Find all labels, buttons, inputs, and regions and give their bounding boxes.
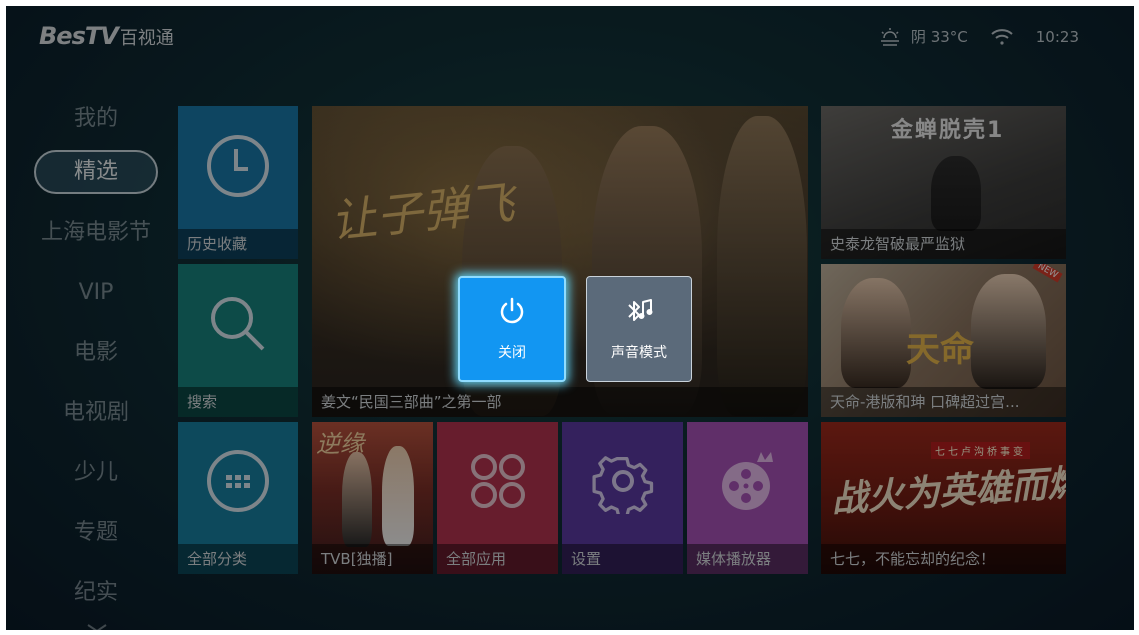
sun-cloud-icon bbox=[879, 27, 901, 47]
bluetooth-music-icon bbox=[624, 296, 654, 342]
film-reel-icon bbox=[715, 448, 781, 518]
logo-main-text: BesTV bbox=[39, 22, 119, 50]
grid-icon bbox=[205, 448, 271, 518]
tile-all-categories[interactable]: 全部分类 bbox=[178, 422, 298, 574]
weather-text: 阴 33°C bbox=[910, 28, 968, 46]
gear-icon bbox=[590, 448, 656, 518]
tile-search-label: 搜索 bbox=[178, 387, 298, 417]
tile-media-player[interactable]: 媒体播放器 bbox=[687, 422, 808, 574]
tile-history-label: 历史收藏 bbox=[178, 229, 298, 259]
poster-figure bbox=[382, 446, 414, 546]
chevron-down-icon[interactable] bbox=[86, 618, 108, 630]
poster-figure bbox=[342, 452, 372, 547]
nav-item-movies[interactable]: 电影 bbox=[32, 330, 160, 376]
bestv-logo: BesTV 百视通 bbox=[39, 22, 174, 50]
clock-icon bbox=[205, 133, 271, 203]
tile-search[interactable]: 搜索 bbox=[178, 264, 298, 417]
power-off-label: 关闭 bbox=[498, 345, 526, 361]
tv-screen: BesTV 百视通 阴 33°C 10:23 我的 精选 上海电影节 VIP 电… bbox=[6, 6, 1134, 630]
power-icon bbox=[497, 296, 527, 342]
apps-icon bbox=[465, 448, 531, 518]
power-off-button[interactable]: 关闭 bbox=[458, 276, 566, 382]
poster-figure bbox=[841, 278, 911, 388]
nav-item-topics[interactable]: 专题 bbox=[32, 510, 160, 556]
tile-featured-label: 姜文“民国三部曲”之第一部 bbox=[312, 387, 808, 417]
tile-escape-plan-label: 史泰龙智破最严监狱 bbox=[821, 229, 1066, 259]
destiny-poster-title: 天命 bbox=[906, 330, 974, 370]
new-badge: NEW bbox=[1032, 264, 1063, 283]
nav-item-mine[interactable]: 我的 bbox=[32, 96, 160, 142]
tile-media-player-label: 媒体播放器 bbox=[687, 544, 808, 574]
tile-all-categories-label: 全部分类 bbox=[178, 544, 298, 574]
poster-figure bbox=[931, 156, 981, 231]
tile-all-apps-label: 全部应用 bbox=[437, 544, 558, 574]
tile-destiny-label: 天命-港版和珅 口碑超过宫... bbox=[821, 387, 1066, 417]
tile-all-apps[interactable]: 全部应用 bbox=[437, 422, 558, 574]
nav-item-shanghai-film-festival[interactable]: 上海电影节 bbox=[32, 210, 160, 256]
nav-item-tv-series[interactable]: 电视剧 bbox=[32, 390, 160, 436]
wifi-icon bbox=[990, 28, 1014, 46]
tile-destiny[interactable]: 天命 NEW 天命-港版和珅 口碑超过宫... bbox=[821, 264, 1066, 417]
tile-settings[interactable]: 设置 bbox=[562, 422, 683, 574]
tile-july-seventh[interactable]: 七七卢沟桥事变 战火为英雄而燃 七七，不能忘却的纪念！ bbox=[821, 422, 1066, 574]
tile-settings-label: 设置 bbox=[562, 544, 683, 574]
nav-item-vip[interactable]: VIP bbox=[32, 270, 160, 316]
search-icon bbox=[205, 291, 271, 361]
tile-escape-plan[interactable]: 金蝉脱壳1 史泰龙智破最严监狱 bbox=[821, 106, 1066, 259]
sound-mode-label: 声音模式 bbox=[611, 345, 667, 361]
tile-tvb[interactable]: 逆缘 TVB[独播] bbox=[312, 422, 433, 574]
tile-july-seventh-label: 七七，不能忘却的纪念！ bbox=[821, 544, 1066, 574]
nav-item-featured[interactable]: 精选 bbox=[34, 150, 158, 194]
escape-plan-poster-title: 金蝉脱壳1 bbox=[891, 118, 1005, 143]
tile-tvb-label: TVB[独播] bbox=[312, 544, 433, 574]
sound-mode-button[interactable]: 声音模式 bbox=[586, 276, 692, 382]
poster-figure bbox=[717, 116, 807, 416]
clock-text: 10:23 bbox=[1035, 27, 1079, 46]
july-seventh-poster-title: 战火为英雄而燃 bbox=[830, 461, 1066, 521]
nav-item-documentary[interactable]: 纪实 bbox=[32, 570, 160, 616]
july-seventh-banner: 七七卢沟桥事变 bbox=[931, 442, 1030, 459]
nav-item-kids[interactable]: 少儿 bbox=[32, 450, 160, 496]
status-bar: 阴 33°C 10:23 bbox=[879, 26, 1079, 47]
poster-figure bbox=[971, 274, 1046, 389]
logo-sub-text: 百视通 bbox=[119, 28, 174, 49]
tile-history[interactable]: 历史收藏 bbox=[178, 106, 298, 259]
